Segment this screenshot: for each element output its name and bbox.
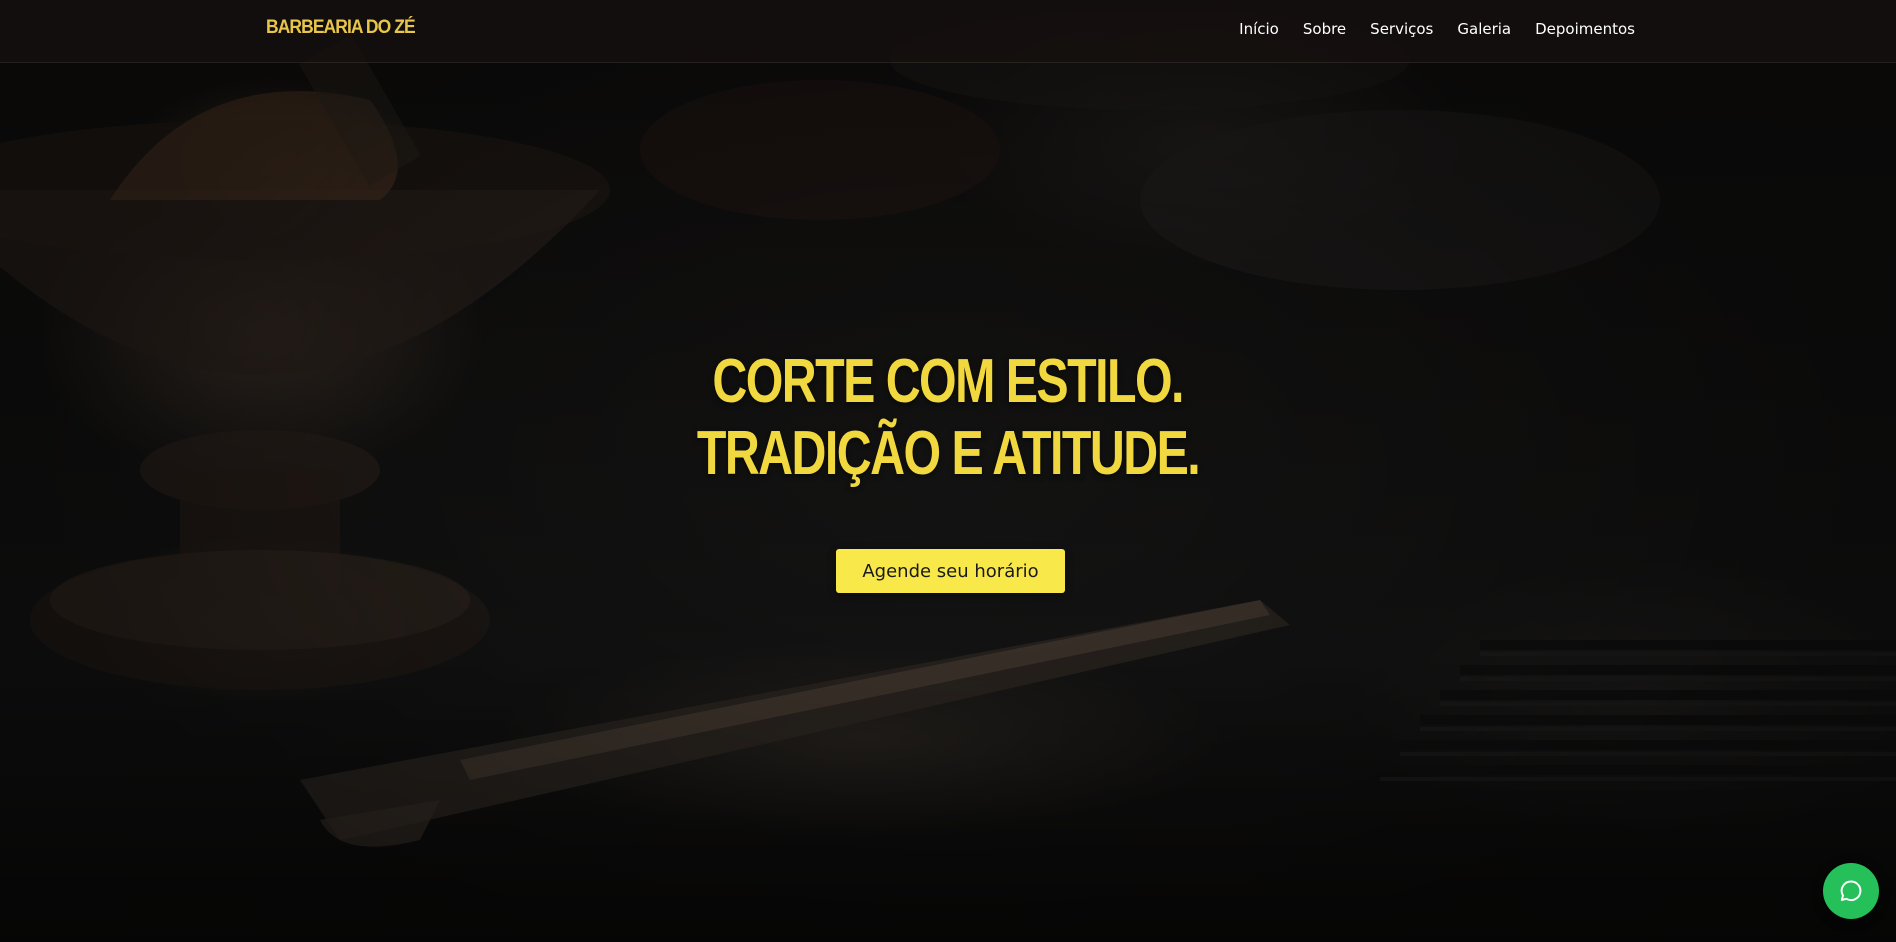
nav-link-servicos[interactable]: Serviços (1370, 20, 1433, 38)
nav-link-galeria[interactable]: Galeria (1457, 20, 1511, 38)
hero-headline-line-2: TRADIÇÃO E ATITUDE. (696, 419, 1201, 488)
hero-headline: CORTE COM ESTILO. TRADIÇÃO E ATITUDE. (0, 346, 1896, 490)
nav-link-inicio[interactable]: Início (1239, 20, 1279, 38)
whatsapp-chat-button[interactable] (1823, 863, 1879, 919)
nav-link-depoimentos[interactable]: Depoimentos (1535, 20, 1635, 38)
brand-logo[interactable]: BARBEARIA DO ZÉ (266, 17, 416, 39)
hero-headline-line-1: CORTE COM ESTILO. (712, 347, 1185, 416)
whatsapp-chat-icon (1840, 880, 1862, 902)
book-appointment-button[interactable]: Agende seu horário (836, 549, 1065, 593)
nav-links: Início Sobre Serviços Galeria Depoimento… (1239, 20, 1635, 38)
navbar: BARBEARIA DO ZÉ Início Sobre Serviços Ga… (0, 0, 1896, 63)
nav-link-sobre[interactable]: Sobre (1303, 20, 1346, 38)
